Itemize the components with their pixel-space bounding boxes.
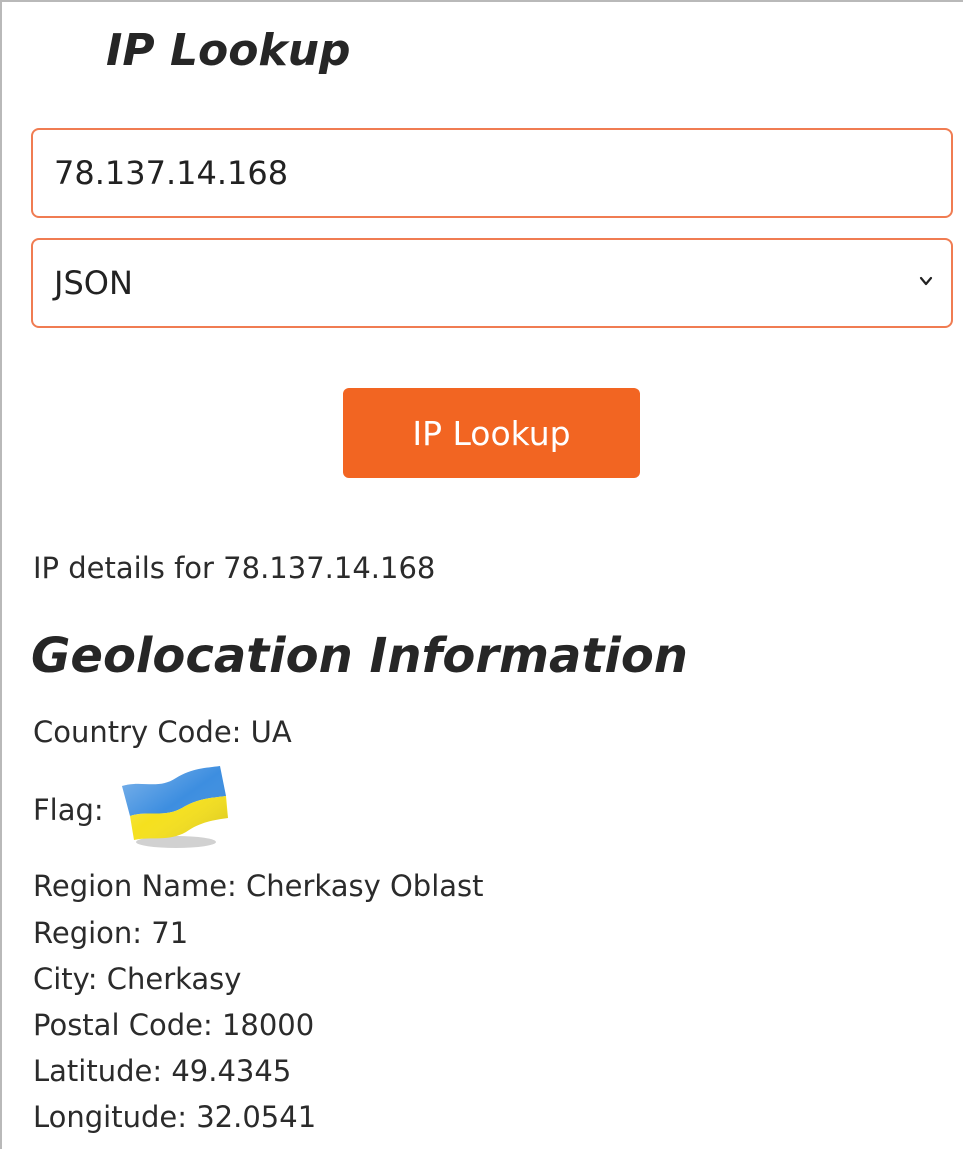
city-line: City: Cherkasy <box>33 962 242 996</box>
page-title: IP Lookup <box>106 25 351 76</box>
country-code-line: Country Code: UA <box>33 715 292 749</box>
region-line: Region: 71 <box>33 916 189 950</box>
region-name-line: Region Name: Cherkasy Oblast <box>33 869 484 903</box>
geolocation-heading: Geolocation Information <box>31 628 688 684</box>
ip-lookup-button[interactable]: IP Lookup <box>343 388 640 478</box>
latitude-line: Latitude: 49.4345 <box>33 1054 292 1088</box>
ukraine-flag-icon <box>122 766 228 848</box>
flag-label: Flag: <box>33 793 104 827</box>
ip-address-input[interactable] <box>31 128 953 218</box>
format-selected-value: JSON <box>54 264 133 302</box>
chevron-down-icon <box>919 276 933 286</box>
longitude-line: Longitude: 32.0541 <box>33 1100 317 1134</box>
format-select[interactable]: JSON <box>31 238 953 328</box>
ip-details-line: IP details for 78.137.14.168 <box>33 551 436 585</box>
postal-code-line: Postal Code: 18000 <box>33 1008 315 1042</box>
